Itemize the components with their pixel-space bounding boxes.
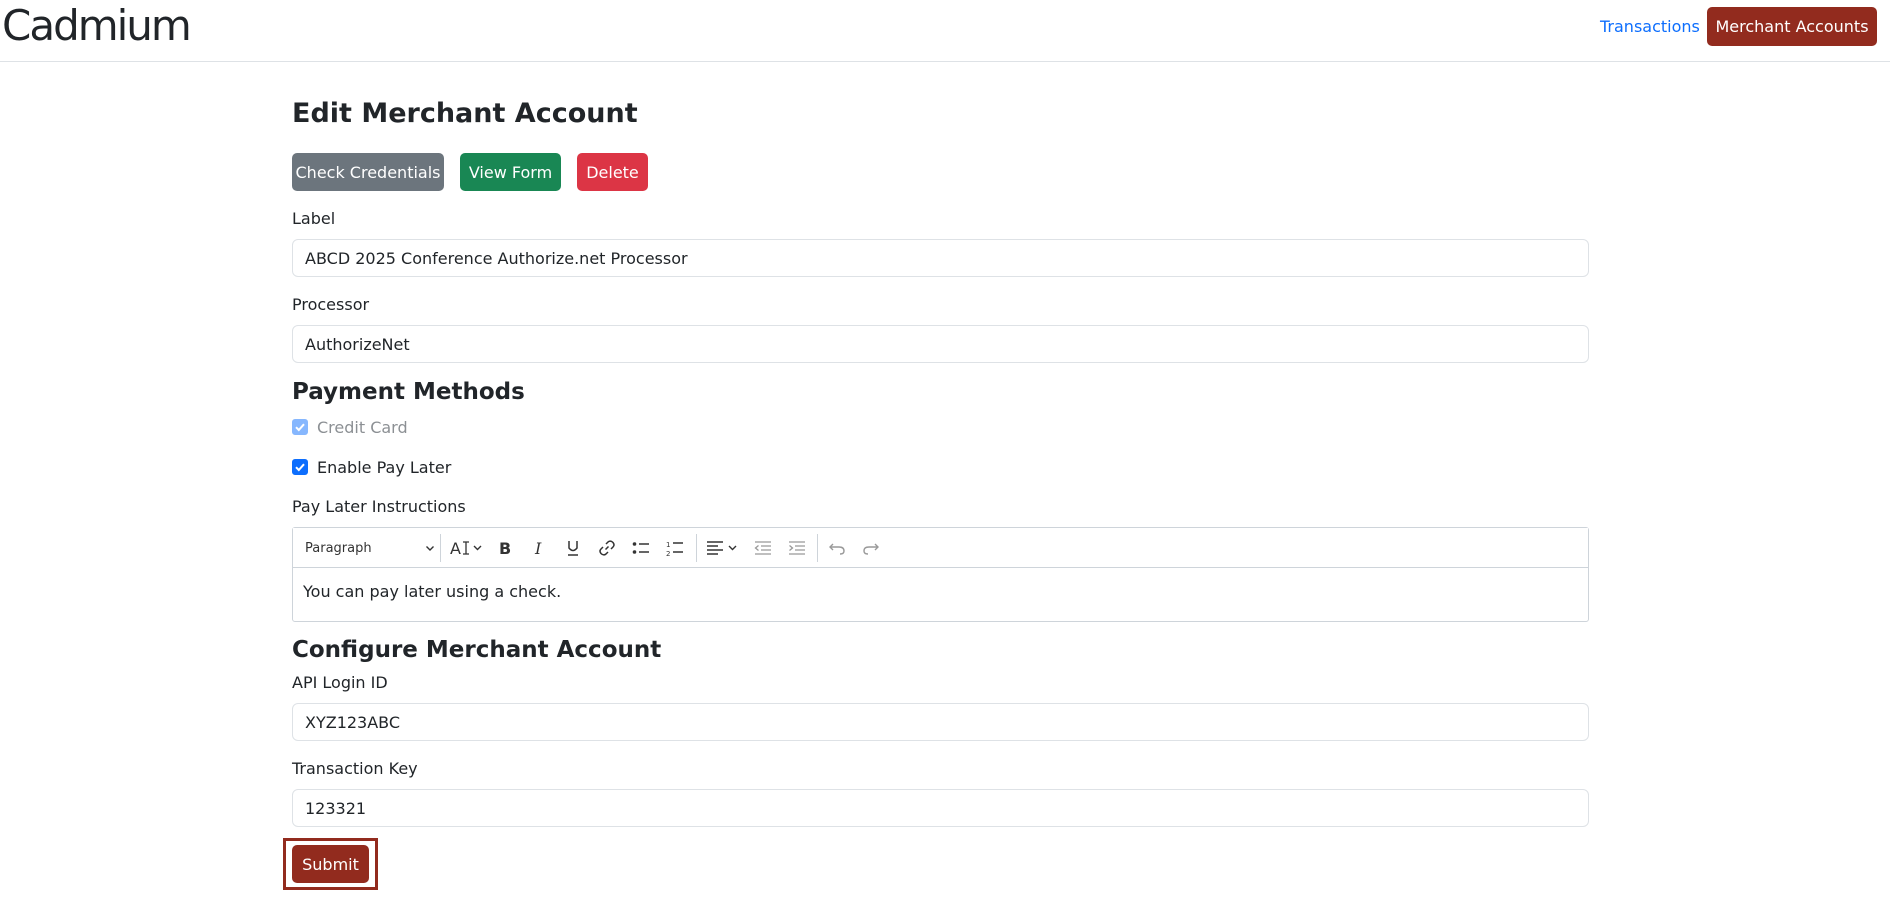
indent-icon[interactable] [783,534,811,562]
svg-text:2: 2 [666,550,670,557]
chevron-down-icon [426,546,434,551]
processor-input[interactable] [292,325,1589,363]
editor-content[interactable]: You can pay later using a check. [303,582,561,601]
label-field-label: Label [292,209,336,228]
top-navbar: Cadmium Transactions Merchant Accounts [0,0,1890,62]
pay-later-option[interactable]: Enable Pay Later [292,456,451,478]
link-icon[interactable] [593,534,621,562]
brand-logo[interactable]: Cadmium [2,0,192,52]
pay-later-checkbox[interactable] [292,459,308,475]
outdent-icon[interactable] [749,534,777,562]
svg-text:1: 1 [666,541,670,549]
configure-merchant-heading: Configure Merchant Account [292,637,662,663]
credit-card-label: Credit Card [317,417,408,437]
font-size-icon[interactable]: A [447,534,487,562]
pay-later-label[interactable]: Enable Pay Later [317,458,451,477]
bold-icon[interactable]: B [491,534,519,562]
page-title: Edit Merchant Account [292,98,638,129]
check-credentials-button[interactable]: Check Credentials [292,153,444,191]
api-login-label: API Login ID [292,673,388,692]
nav-link-transactions[interactable]: Transactions [1600,16,1700,38]
credit-card-checkbox [292,419,308,435]
svg-text:A: A [450,539,461,557]
transaction-key-input[interactable] [292,789,1589,827]
credit-card-option: Credit Card [292,416,408,438]
editor-toolbar: Paragraph A B I 12 [293,528,1588,568]
align-left-icon[interactable] [703,534,743,562]
delete-button[interactable]: Delete [577,153,648,191]
svg-text:I: I [534,540,542,556]
block-style-dropdown[interactable]: Paragraph [299,534,441,562]
merchant-accounts-button[interactable]: Merchant Accounts [1707,7,1877,46]
transaction-key-label: Transaction Key [292,759,418,778]
underline-icon[interactable] [559,534,587,562]
redo-icon[interactable] [857,534,885,562]
label-input[interactable] [292,239,1589,277]
bulleted-list-icon[interactable] [627,534,655,562]
pay-later-instructions-label: Pay Later Instructions [292,497,466,516]
svg-text:B: B [499,540,511,556]
view-form-button[interactable]: View Form [460,153,561,191]
italic-icon[interactable]: I [525,534,553,562]
submit-button[interactable]: Submit [292,845,369,883]
undo-icon[interactable] [823,534,851,562]
block-style-value: Paragraph [305,540,372,556]
numbered-list-icon[interactable]: 12 [661,534,689,562]
payment-methods-heading: Payment Methods [292,379,525,405]
processor-field-label: Processor [292,295,370,314]
toolbar-divider [440,534,441,562]
rich-text-editor: Paragraph A B I 12 You can pay later usi… [292,527,1589,622]
toolbar-divider [696,534,697,562]
api-login-input[interactable] [292,703,1589,741]
toolbar-divider [817,534,818,562]
